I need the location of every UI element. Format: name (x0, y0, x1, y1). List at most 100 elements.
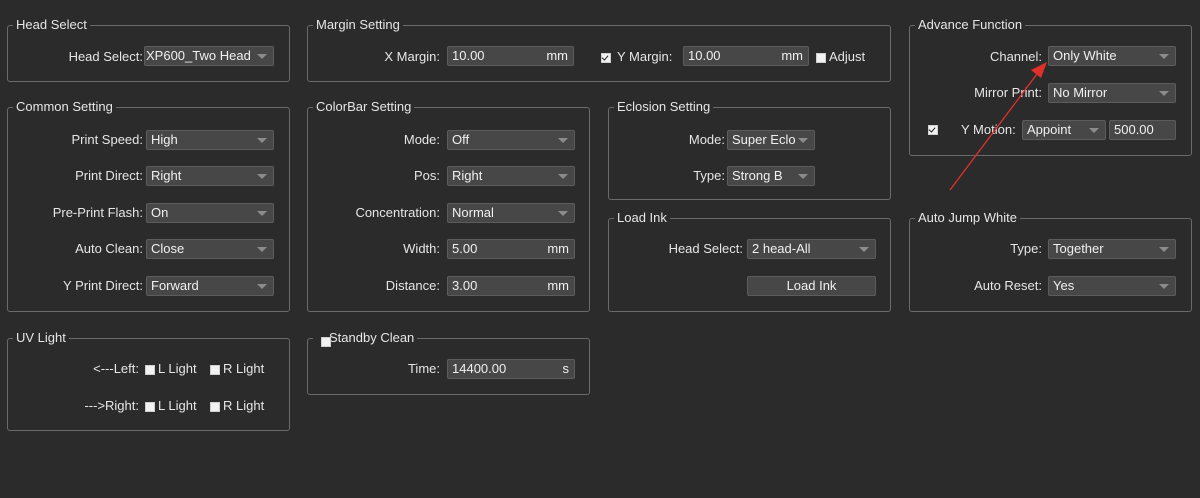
x-margin-unit: mm (546, 48, 568, 63)
colorbar-setting-group: ColorBar Setting Mode: Off Pos: Right Co… (307, 99, 590, 312)
standby-time-label: Time: (407, 361, 440, 376)
chevron-down-icon (257, 211, 267, 216)
y-motion-number-field[interactable]: 500.00 (1109, 120, 1176, 140)
y-margin-checkbox[interactable] (601, 53, 611, 63)
chevron-down-icon (558, 138, 568, 143)
print-speed-value: High (151, 132, 178, 147)
concentration-value: Normal (452, 205, 494, 220)
auto-reset-combo[interactable]: Yes (1048, 276, 1176, 296)
auto-reset-value: Yes (1053, 278, 1075, 293)
chevron-down-icon (257, 284, 267, 289)
y-motion-combo[interactable]: Appoint (1022, 120, 1106, 140)
pre-print-flash-combo[interactable]: On (146, 203, 274, 223)
mirror-print-value: No Mirror (1053, 85, 1108, 100)
channel-label: Channel: (989, 49, 1042, 64)
standby-clean-label: Standby Clean (329, 330, 415, 345)
y-motion-number: 500.00 (1114, 122, 1154, 137)
x-margin-field[interactable]: 10.00 mm (447, 46, 574, 66)
load-ink-head-label: Head Select: (668, 241, 743, 256)
auto-jump-white-group: Auto Jump White Type: Together Auto Rese… (909, 210, 1192, 312)
width-label: Width: (403, 241, 440, 256)
auto-clean-combo[interactable]: Close (146, 239, 274, 259)
y-margin-label: Y Margin: (617, 49, 673, 64)
auto-reset-label: Auto Reset: (974, 278, 1042, 293)
standby-time-unit: s (562, 361, 570, 376)
common-setting-title: Common Setting (13, 99, 116, 115)
print-direct-label: Print Direct: (75, 168, 143, 183)
right-r-light-label: R Light (223, 398, 265, 413)
print-speed-combo[interactable]: High (146, 130, 274, 150)
adjust-checkbox[interactable] (816, 53, 826, 63)
y-print-direct-value: Forward (151, 278, 199, 293)
auto-clean-value: Close (151, 241, 185, 256)
chevron-down-icon (558, 211, 568, 216)
standby-time-field[interactable]: 14400.00 s (447, 359, 575, 379)
jump-type-value: Together (1053, 241, 1104, 256)
mirror-print-label: Mirror Print: (974, 85, 1042, 100)
print-direct-value: Right (151, 168, 182, 183)
chevron-down-icon (798, 138, 808, 143)
y-motion-value: Appoint (1027, 122, 1072, 137)
colorbar-pos-value: Right (452, 168, 483, 183)
chevron-down-icon (1159, 91, 1169, 96)
chevron-down-icon (1159, 247, 1169, 252)
common-setting-group: Common Setting Print Speed: High Print D… (7, 99, 290, 312)
margin-setting-group: Margin Setting X Margin: 10.00 mm Y Marg… (307, 17, 891, 82)
print-direct-combo[interactable]: Right (146, 166, 274, 186)
head-select-label: Head Select: (68, 49, 143, 64)
load-ink-group: Load Ink Head Select: 2 head-All Load In… (608, 210, 891, 312)
chevron-down-icon (1089, 128, 1099, 133)
y-print-direct-label: Y Print Direct: (63, 278, 143, 293)
concentration-combo[interactable]: Normal (447, 203, 575, 223)
colorbar-pos-combo[interactable]: Right (447, 166, 575, 186)
left-r-light-checkbox[interactable] (210, 365, 220, 375)
x-margin-value: 10.00 (452, 48, 485, 63)
width-value: 5.00 (452, 241, 478, 256)
distance-value: 3.00 (452, 278, 478, 293)
advance-function-group: Advance Function Channel: Only White Mir… (909, 17, 1192, 156)
load-ink-title: Load Ink (614, 210, 670, 226)
channel-value: Only White (1053, 48, 1117, 63)
eclosion-type-combo[interactable]: Strong B (727, 166, 815, 186)
eclosion-mode-combo[interactable]: Super Eclos (727, 130, 815, 150)
y-margin-field[interactable]: 10.00 mm (683, 46, 809, 66)
load-ink-head-combo[interactable]: 2 head-All (747, 239, 876, 259)
jump-type-combo[interactable]: Together (1048, 239, 1176, 259)
standby-clean-checkbox[interactable] (321, 337, 331, 347)
head-select-combo[interactable]: XP600_Two Head... (144, 46, 274, 66)
channel-combo[interactable]: Only White (1048, 46, 1176, 66)
y-motion-checkbox[interactable] (928, 125, 938, 135)
load-ink-button[interactable]: Load Ink (747, 276, 876, 296)
advance-function-title: Advance Function (915, 17, 1026, 33)
adjust-label: Adjust (829, 49, 866, 64)
chevron-down-icon (859, 247, 869, 252)
x-margin-label: X Margin: (384, 49, 440, 64)
colorbar-mode-combo[interactable]: Off (447, 130, 575, 150)
jump-type-label: Type: (1010, 241, 1042, 256)
right-r-light-checkbox[interactable] (210, 402, 220, 412)
load-ink-head-value: 2 head-All (752, 241, 811, 256)
distance-label: Distance: (385, 278, 440, 293)
eclosion-mode-value: Super Eclos (732, 132, 796, 147)
chevron-down-icon (1159, 284, 1169, 289)
chevron-down-icon (257, 247, 267, 252)
y-margin-unit: mm (781, 48, 803, 63)
eclosion-type-label: Type: (693, 168, 725, 183)
y-motion-label: Y Motion: (961, 122, 1016, 137)
left-l-light-checkbox[interactable] (145, 365, 155, 375)
head-select-title: Head Select (13, 17, 90, 33)
margin-setting-title: Margin Setting (313, 17, 403, 33)
width-unit: mm (547, 241, 569, 256)
right-l-light-checkbox[interactable] (145, 402, 155, 412)
colorbar-pos-label: Pos: (413, 168, 440, 183)
auto-clean-label: Auto Clean: (75, 241, 143, 256)
uv-light-group: UV Light <---Left: L Light R Light --->R… (7, 330, 290, 431)
y-print-direct-combo[interactable]: Forward (146, 276, 274, 296)
concentration-label: Concentration: (355, 205, 440, 220)
distance-field[interactable]: 3.00 mm (447, 276, 575, 296)
eclosion-mode-label: Mode: (688, 132, 725, 147)
width-field[interactable]: 5.00 mm (447, 239, 575, 259)
mirror-print-combo[interactable]: No Mirror (1048, 83, 1176, 103)
pre-print-flash-label: Pre-Print Flash: (52, 205, 143, 220)
chevron-down-icon (1159, 54, 1169, 59)
